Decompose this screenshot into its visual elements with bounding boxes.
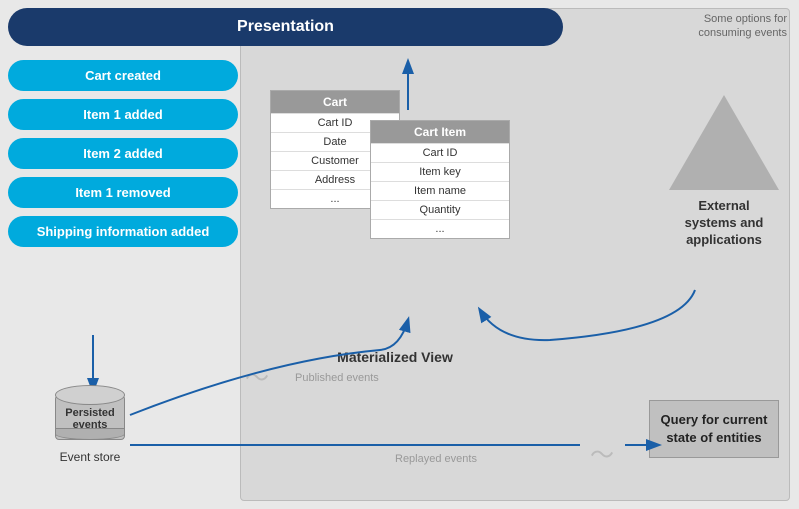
cart-item-table-header: Cart Item [371, 121, 509, 143]
presentation-bar: Presentation [8, 8, 563, 46]
tilde-published-icon: 〜 [245, 358, 269, 393]
triangle-icon [669, 95, 779, 190]
cart-item-row-2: Item name [371, 181, 509, 200]
event-list: Cart created Item 1 added Item 2 added I… [8, 60, 238, 247]
query-box-label: Query for current state of entities [661, 412, 768, 445]
event-pill-1: Item 1 added [8, 99, 238, 130]
event-store-label: Event store [60, 450, 121, 464]
cart-table-header: Cart [271, 91, 399, 113]
cylinder-top [55, 385, 125, 405]
tilde-replayed-icon: 〜 [590, 435, 614, 470]
materialized-view-label: Materialized View [260, 349, 530, 365]
replayed-events-label: Replayed events [395, 453, 477, 465]
external-systems-container: Externalsystems andapplications [669, 95, 779, 249]
event-pill-0: Cart created [8, 60, 238, 91]
external-systems-label: Externalsystems andapplications [685, 198, 764, 249]
materialized-view-container: Cart Cart ID Date Customer Address ... C… [260, 70, 530, 370]
cart-item-row-0: Cart ID [371, 143, 509, 162]
event-store-cylinder: Persistedevents [55, 385, 125, 445]
cart-item-row-3: Quantity [371, 200, 509, 219]
cart-item-row-4: ... [371, 219, 509, 238]
event-pill-4: Shipping information added [8, 216, 238, 247]
some-options-label: Some options forconsuming events [698, 12, 787, 41]
event-pill-2: Item 2 added [8, 138, 238, 169]
published-events-label: Published events [295, 372, 379, 384]
event-pill-3: Item 1 removed [8, 177, 238, 208]
cart-item-table: Cart Item Cart ID Item key Item name Qua… [370, 120, 510, 239]
cart-item-row-1: Item key [371, 162, 509, 181]
event-store: Persistedevents Event store [55, 385, 125, 464]
query-box: Query for current state of entities [649, 400, 779, 458]
main-container: Presentation Cart created Item 1 added I… [0, 0, 799, 509]
cylinder-label: Persistedevents [55, 407, 125, 431]
presentation-label: Presentation [237, 18, 334, 36]
